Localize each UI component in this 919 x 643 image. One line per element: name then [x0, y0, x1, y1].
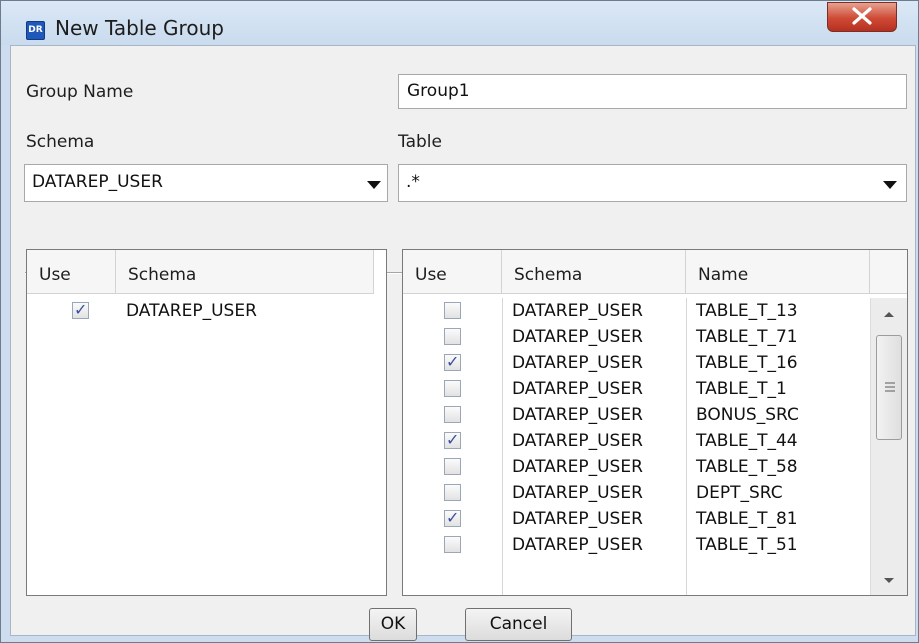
group-name-input[interactable]: Group1	[398, 74, 907, 109]
app-icon: DR	[26, 21, 45, 40]
table-row[interactable]: DATAREP_USER TABLE_T_71	[403, 324, 868, 350]
scroll-up-icon[interactable]	[883, 310, 895, 318]
use-checkbox[interactable]	[444, 430, 461, 449]
scroll-down-icon[interactable]	[883, 577, 895, 585]
table-row[interactable]: DATAREP_USER BONUS_SRC	[403, 402, 868, 428]
use-checkbox[interactable]	[444, 458, 461, 475]
window-title: New Table Group	[55, 16, 224, 40]
table-name-cell: TABLE_T_16	[696, 353, 798, 373]
schema-cell: DATAREP_USER	[512, 301, 643, 321]
table-name-cell: TABLE_T_13	[696, 301, 798, 321]
use-checkbox[interactable]	[444, 380, 461, 397]
tables-table-header-corner	[870, 250, 907, 294]
table-row[interactable]: DATAREP_USER TABLE_T_16	[403, 350, 868, 376]
schema-cell: DATAREP_USER	[512, 327, 643, 347]
schema-table: Use Schema DATAREP_USER	[26, 249, 387, 596]
vertical-scrollbar[interactable]	[870, 298, 907, 595]
use-checkbox[interactable]	[444, 328, 461, 345]
use-checkbox[interactable]	[444, 406, 461, 423]
table-row[interactable]: DATAREP_USER	[27, 298, 386, 324]
table-name-cell: BONUS_SRC	[696, 405, 799, 425]
table-name-cell: TABLE_T_81	[696, 509, 798, 529]
use-checkbox[interactable]	[444, 484, 461, 501]
use-checkbox[interactable]	[444, 508, 461, 527]
schema-cell: DATAREP_USER	[512, 483, 643, 503]
schema-dropdown[interactable]: DATAREP_USER	[24, 164, 388, 202]
chevron-down-icon	[883, 181, 897, 189]
schema-dropdown-value: DATAREP_USER	[32, 172, 163, 192]
tables-table-header-use[interactable]: Use	[403, 250, 502, 294]
tables-table: Use Schema Name DATAREP_USER TABLE_T_13 DA…	[402, 249, 908, 596]
table-row[interactable]: DATAREP_USER TABLE_T_1	[403, 376, 868, 402]
schema-cell: DATAREP_USER	[512, 431, 643, 451]
table-row[interactable]: DATAREP_USER TABLE_T_44	[403, 428, 868, 454]
scrollbar-thumb[interactable]	[876, 335, 902, 440]
table-row[interactable]: DATAREP_USER TABLE_T_58	[403, 454, 868, 480]
schema-cell: DATAREP_USER	[512, 509, 643, 529]
table-name-cell: TABLE_T_71	[696, 327, 798, 347]
ok-button[interactable]: OK	[369, 608, 417, 641]
table-name-cell: DEPT_SRC	[696, 483, 783, 503]
grip-icon	[885, 382, 895, 392]
tables-table-header-name[interactable]: Name	[686, 250, 870, 294]
use-checkbox[interactable]	[72, 300, 89, 319]
chevron-down-icon	[367, 181, 381, 189]
table-label: Table	[398, 132, 442, 152]
schema-cell: DATAREP_USER	[512, 353, 643, 373]
close-button[interactable]	[827, 2, 897, 32]
schema-table-header-use[interactable]: Use	[27, 250, 116, 294]
tables-table-header-schema[interactable]: Schema	[502, 250, 686, 294]
table-row[interactable]: DATAREP_USER TABLE_T_81	[403, 506, 868, 532]
use-checkbox[interactable]	[444, 352, 461, 371]
table-name-cell: TABLE_T_58	[696, 457, 798, 477]
title-bar[interactable]: DR New Table Group	[1, 1, 918, 45]
table-row[interactable]: DATAREP_USER TABLE_T_13	[403, 298, 868, 324]
group-name-label: Group Name	[26, 82, 134, 102]
table-name-cell: TABLE_T_51	[696, 535, 798, 555]
close-icon	[852, 7, 872, 25]
schema-cell: DATAREP_USER	[512, 535, 643, 555]
table-row[interactable]: DATAREP_USER DEPT_SRC	[403, 480, 868, 506]
table-name-cell: TABLE_T_1	[696, 379, 787, 399]
table-name-cell: TABLE_T_44	[696, 431, 798, 451]
table-dropdown[interactable]: .*	[398, 164, 907, 202]
schema-cell: DATAREP_USER	[512, 457, 643, 477]
new-table-group-dialog: DR New Table Group Group Name Group1 Sch…	[0, 0, 919, 643]
table-dropdown-value: .*	[406, 172, 420, 192]
cancel-button[interactable]: Cancel	[465, 608, 572, 641]
table-row[interactable]: DATAREP_USER TABLE_T_51	[403, 532, 868, 558]
schema-cell: DATAREP_USER	[512, 405, 643, 425]
dialog-content: Group Name Group1 Schema Table DATAREP_U…	[10, 45, 916, 641]
use-checkbox[interactable]	[444, 302, 461, 319]
use-checkbox[interactable]	[444, 536, 461, 553]
schema-cell: DATAREP_USER	[126, 301, 257, 321]
schema-cell: DATAREP_USER	[512, 379, 643, 399]
schema-label: Schema	[26, 132, 95, 152]
schema-table-header-schema[interactable]: Schema	[116, 250, 374, 294]
